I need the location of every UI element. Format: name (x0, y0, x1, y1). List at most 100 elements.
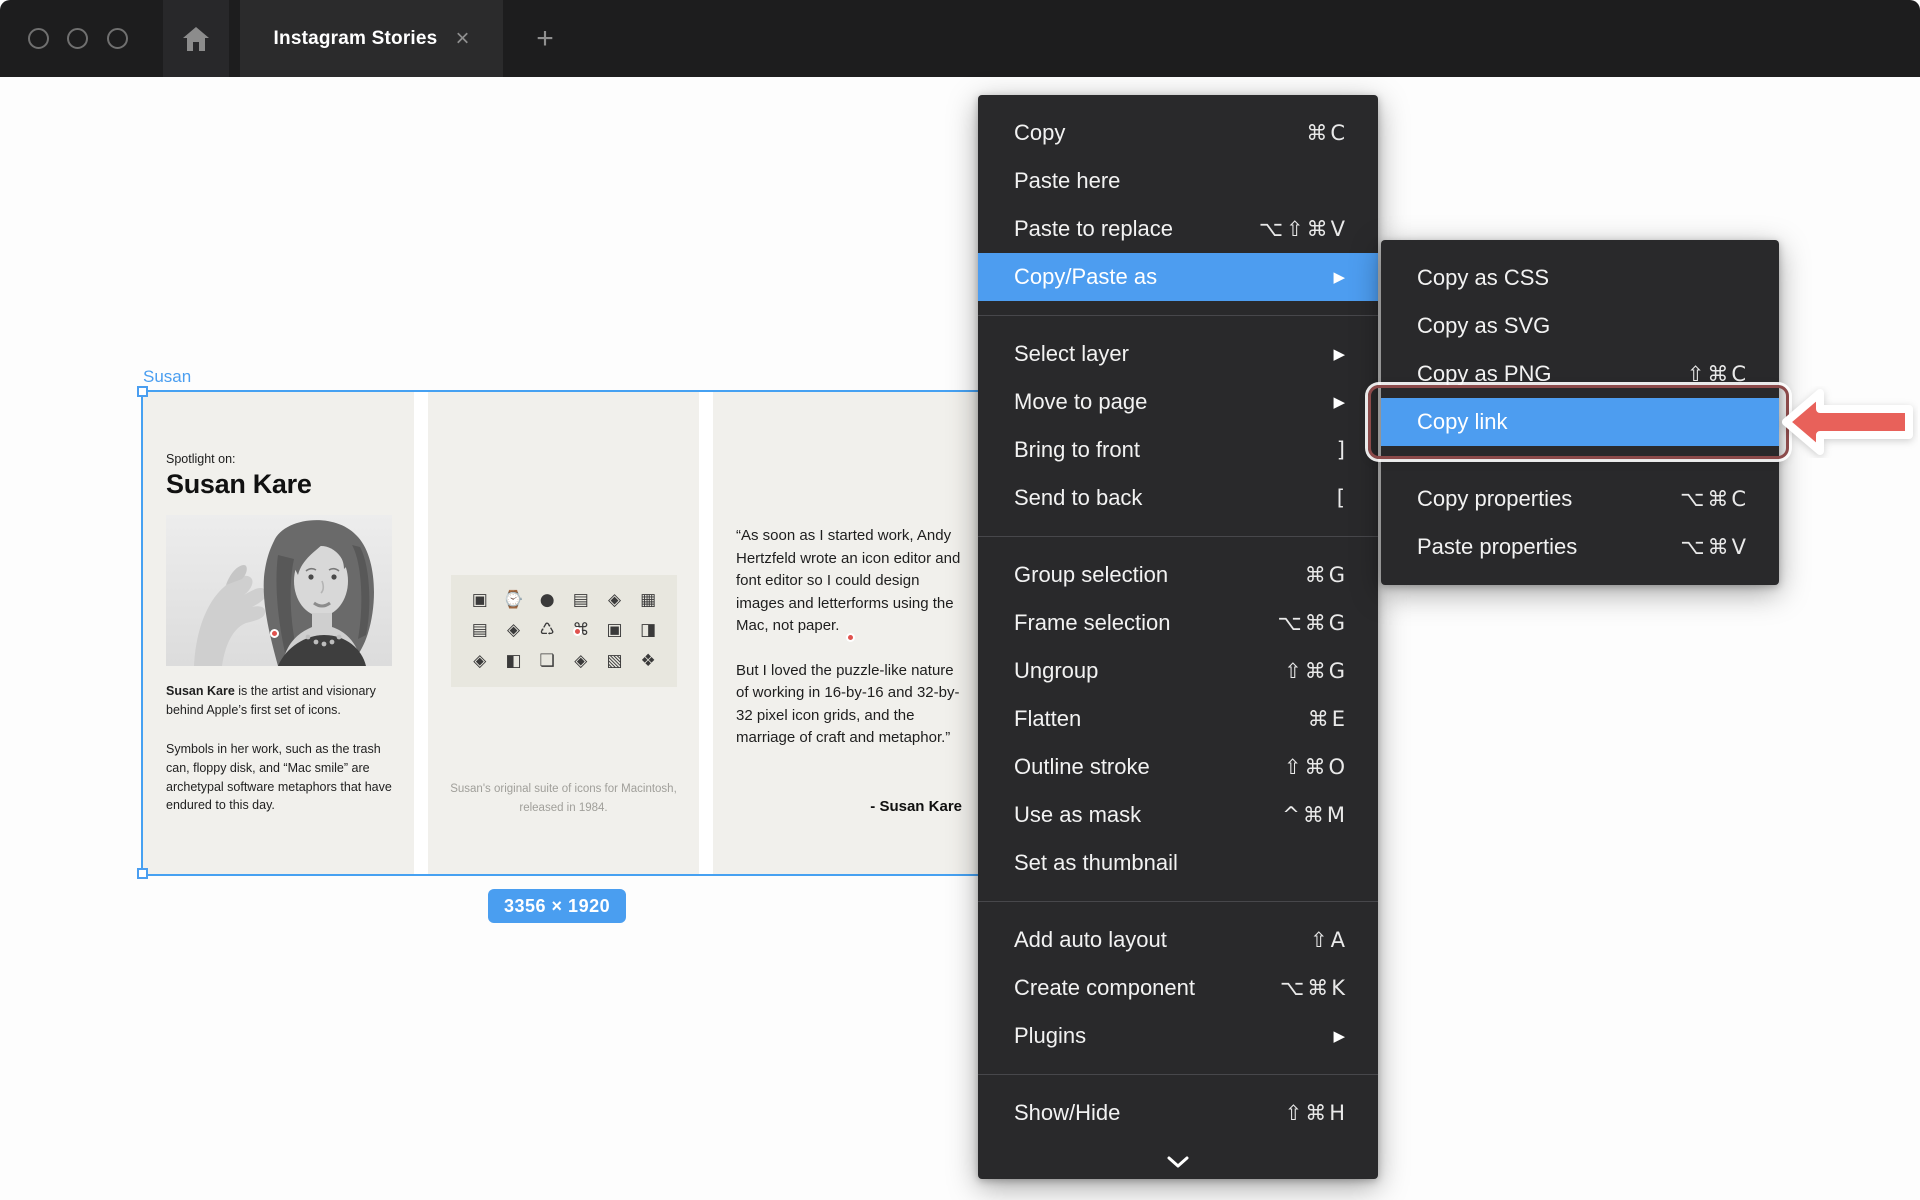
spotlight-eyebrow: Spotlight on: (166, 452, 236, 466)
home-icon (182, 26, 210, 52)
menu-item-add-auto-layout[interactable]: Add auto layout⇧A (978, 916, 1378, 964)
menu-item-label: Frame selection (1014, 610, 1278, 636)
window-zoom-button[interactable] (107, 28, 128, 49)
menu-item-set-as-thumbnail[interactable]: Set as thumbnail (978, 839, 1378, 887)
menu-item-move-to-page[interactable]: Move to page▶ (978, 378, 1378, 426)
menu-item-create-component[interactable]: Create component⌥⌘K (978, 964, 1378, 1012)
menu-item-label: Bring to front (1014, 437, 1337, 463)
trash-can-icon: ♺ (540, 622, 555, 639)
menu-item-copy-paste-as[interactable]: Copy/Paste as▶ (978, 253, 1378, 301)
quote-attribution: - Susan Kare (870, 798, 962, 815)
submenu-arrow-icon: ▶ (1333, 268, 1348, 286)
pointer-diamond-icon: ◈ (608, 592, 621, 609)
frame-name-label[interactable]: Susan (143, 367, 191, 387)
shortcut-label: ⌘C (1306, 121, 1348, 145)
menu-item-label: Create component (1014, 975, 1280, 1001)
menu-item-label: Copy properties (1417, 486, 1680, 512)
cursor-dot (270, 629, 279, 638)
shortcut-label: ⌘E (1308, 707, 1348, 731)
icon-suite-caption: Susan's original suite of icons for Maci… (438, 780, 689, 818)
shortcut-label: ^⌘M (1282, 803, 1348, 827)
shortcut-label: ⇧⌘H (1285, 1101, 1348, 1125)
spotlight-paragraph-1: Susan Kare is the artist and visionary b… (166, 682, 394, 720)
home-button[interactable] (163, 0, 229, 77)
menu-item-copy-as-svg[interactable]: Copy as SVG (1381, 302, 1779, 350)
document-text-icon: ▤ (472, 622, 488, 639)
bomb-icon: ● (540, 592, 555, 609)
menu-item-frame-selection[interactable]: Frame selection⌥⌘G (978, 599, 1378, 647)
icon-suite-card: ▣⌚●▤◈▦▤◈♺⌘▣◨◈◧❏◈▧❖ (451, 575, 677, 687)
menu-item-label: Move to page (1014, 389, 1333, 415)
submenu-arrow-icon: ▶ (1333, 345, 1348, 363)
menu-item-use-as-mask[interactable]: Use as mask^⌘M (978, 791, 1378, 839)
macintosh-small-icon: ▣ (606, 622, 622, 639)
menu-item-flatten[interactable]: Flatten⌘E (978, 695, 1378, 743)
selection-handle-bottom-left[interactable] (137, 868, 148, 879)
document-folded-icon: ◧ (505, 653, 521, 670)
shortcut-label: ⌘G (1305, 563, 1348, 587)
annotation-arrow-icon (1778, 386, 1918, 463)
shortcut-label: [ (1337, 486, 1348, 510)
menu-item-label: Set as thumbnail (1014, 850, 1348, 876)
story-panel-spotlight[interactable]: Spotlight on: Susan Kare (143, 392, 414, 874)
menu-scroll-chevron-down-icon[interactable] (978, 1151, 1378, 1179)
plus-icon: + (536, 22, 554, 56)
menu-item-plugins[interactable]: Plugins▶ (978, 1012, 1378, 1060)
menu-item-label: Copy as PNG (1417, 361, 1687, 387)
menu-item-copy-properties[interactable]: Copy properties⌥⌘C (1381, 475, 1779, 523)
submenu-arrow-icon: ▶ (1333, 393, 1348, 411)
menu-item-label: Copy as SVG (1417, 313, 1749, 339)
pointer-diamond-icon: ◈ (507, 622, 520, 639)
tab-close-icon[interactable]: × (455, 27, 469, 51)
menu-item-label: Copy as CSS (1417, 265, 1749, 291)
menu-item-group-selection[interactable]: Group selection⌘G (978, 551, 1378, 599)
tab-instagram-stories[interactable]: Instagram Stories × (240, 0, 503, 77)
menu-item-label: Flatten (1014, 706, 1308, 732)
selection-handle-top-left[interactable] (137, 386, 148, 397)
selected-frame[interactable]: Spotlight on: Susan Kare (143, 392, 985, 874)
menu-item-ungroup[interactable]: Ungroup⇧⌘G (978, 647, 1378, 695)
window-close-button[interactable] (28, 28, 49, 49)
menu-item-show-hide[interactable]: Show/Hide⇧⌘H (978, 1089, 1378, 1137)
story-panel-quote[interactable]: “As soon as I started work, Andy Hertzfe… (713, 392, 984, 874)
cursor-dot (573, 627, 582, 636)
shortcut-label: ⌥⌘K (1280, 976, 1348, 1000)
shortcut-label: ⌥⌘V (1680, 535, 1749, 559)
macintosh-icon: ▣ (472, 592, 488, 609)
menu-item-label: Select layer (1014, 341, 1333, 367)
menu-item-label: Paste to replace (1014, 216, 1259, 242)
shortcut-label: ⇧⌘C (1687, 362, 1749, 386)
menu-item-send-to-back[interactable]: Send to back[ (978, 474, 1378, 522)
menu-item-copy-as-css[interactable]: Copy as CSS (1381, 254, 1779, 302)
menu-item-select-layer[interactable]: Select layer▶ (978, 330, 1378, 378)
menu-item-label: Outline stroke (1014, 754, 1284, 780)
pointer-diamond-icon: ◈ (473, 653, 486, 670)
menu-item-bring-to-front[interactable]: Bring to front] (978, 426, 1378, 474)
menu-item-copy[interactable]: Copy⌘C (978, 109, 1378, 157)
menu-item-label: Copy (1014, 120, 1306, 146)
stacked-papers-icon: ❏ (540, 653, 555, 670)
menu-item-paste-to-replace[interactable]: Paste to replace⌥⇧⌘V (978, 205, 1378, 253)
window-titlebar: Instagram Stories × + (0, 0, 1920, 77)
bold-lead: Susan Kare (166, 684, 235, 698)
annotation-highlight-box (1368, 385, 1789, 459)
shortcut-label: ⇧⌘G (1284, 659, 1348, 683)
window-minimize-button[interactable] (67, 28, 88, 49)
shortcut-label: ⌥⌘C (1680, 487, 1749, 511)
quote-text: “As soon as I started work, Andy Hertzfe… (736, 525, 966, 772)
new-tab-button[interactable]: + (515, 0, 575, 77)
menu-item-paste-here[interactable]: Paste here (978, 157, 1378, 205)
shortcut-label: ⇧⌘O (1284, 755, 1348, 779)
layers-diamond-icon: ❖ (641, 653, 656, 670)
menu-item-outline-stroke[interactable]: Outline stroke⇧⌘O (978, 743, 1378, 791)
susan-kare-photo (166, 515, 392, 666)
watch-icon: ⌚ (503, 592, 524, 609)
menu-item-paste-properties[interactable]: Paste properties⌥⌘V (1381, 523, 1779, 571)
selection-size-badge: 3356 × 1920 (488, 889, 626, 923)
menu-item-label: Copy/Paste as (1014, 264, 1333, 290)
quote-paragraph-2: But I loved the puzzle-like nature of wo… (736, 660, 966, 750)
pointer-diamond-icon: ◈ (574, 653, 587, 670)
story-panel-icons[interactable]: ▣⌚●▤◈▦▤◈♺⌘▣◨◈◧❏◈▧❖ Susan's original suit… (428, 392, 699, 874)
menu-item-label: Paste properties (1417, 534, 1680, 560)
menu-item-label: Ungroup (1014, 658, 1284, 684)
